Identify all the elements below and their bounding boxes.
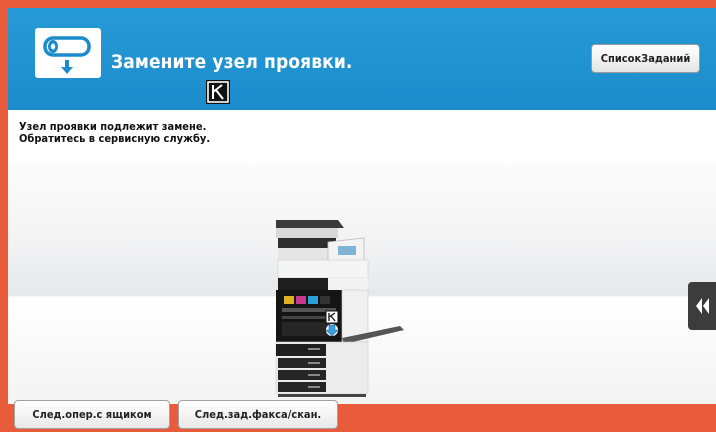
black-toner-badge: K (206, 80, 230, 104)
job-list-button[interactable]: СписокЗаданий (591, 44, 700, 73)
screen-frame: Замените узел проявки. K СписокЗаданий У… (8, 8, 716, 404)
toner-badge-label: K (214, 86, 222, 99)
illustration-area (8, 162, 716, 404)
next-operation-with-box-button[interactable]: След.опер.с ящиком (14, 400, 170, 429)
next-fax-scan-job-button[interactable]: След.зад.факса/скан. (178, 400, 338, 429)
message-area: Узел проявки подлежит замене. Обратитесь… (8, 110, 716, 162)
printer-open-front-icon (275, 220, 404, 397)
page-title: Замените узел проявки. (111, 51, 353, 73)
developing-unit-replace-icon (35, 28, 101, 78)
double-chevron-left-icon (696, 298, 709, 314)
message-line: Обратитесь в сервисную службу. (19, 132, 211, 145)
side-panel-toggle[interactable] (688, 282, 716, 330)
alert-header: Замените узел проявки. K СписокЗаданий (8, 8, 716, 110)
